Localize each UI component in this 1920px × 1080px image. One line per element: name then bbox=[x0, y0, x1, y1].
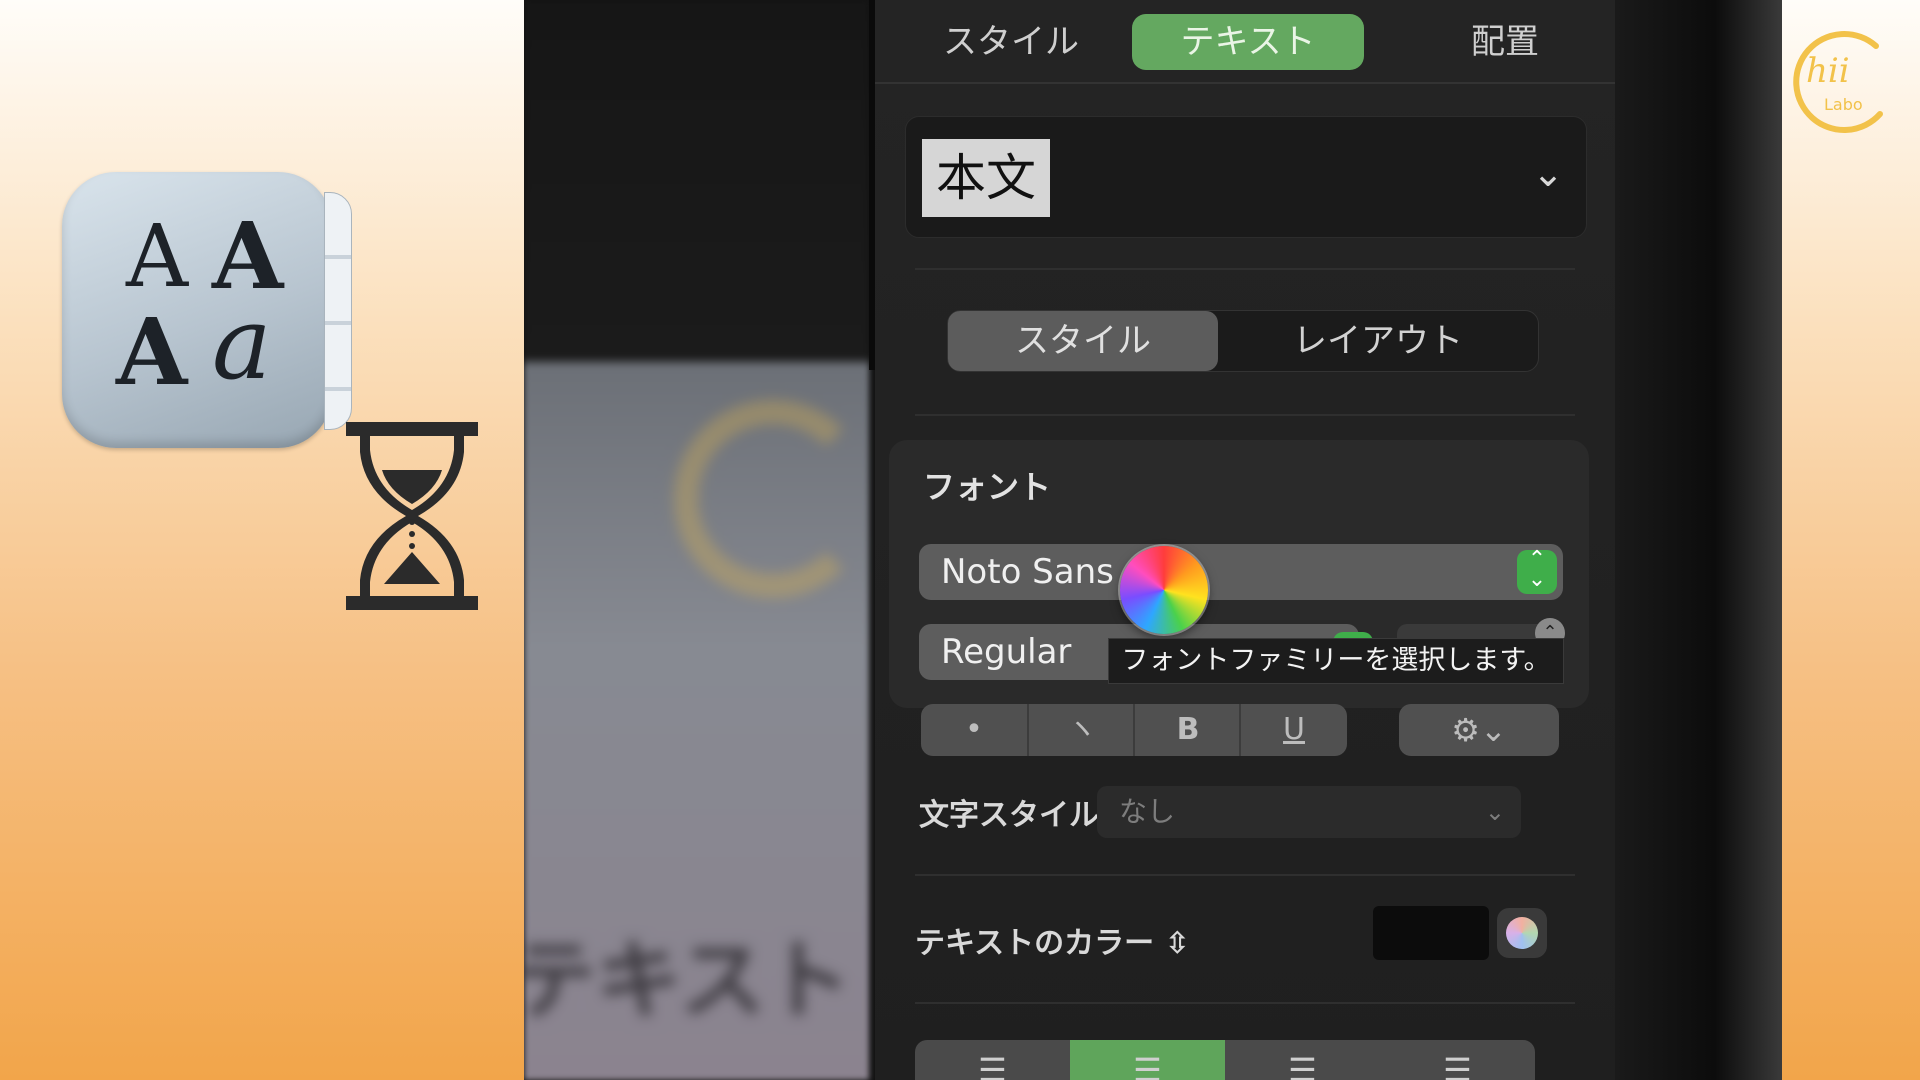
separator bbox=[915, 1002, 1575, 1004]
font-family-stepper-icon: ⌃ ⌄ bbox=[1517, 549, 1557, 594]
document-canvas: テキスト bbox=[524, 0, 872, 1080]
paragraph-style-name: 本文 bbox=[922, 139, 1050, 217]
segment-style[interactable]: スタイル bbox=[948, 311, 1218, 371]
font-section-title: フォント bbox=[923, 468, 1052, 506]
character-style-value: なし bbox=[1119, 795, 1176, 828]
typeface-value: Regular bbox=[941, 632, 1072, 672]
document-text: テキスト bbox=[524, 931, 852, 1031]
paragraph-style-popup[interactable]: 本文 ⌄ bbox=[905, 116, 1587, 238]
align-right-button[interactable]: ☰ bbox=[1225, 1040, 1380, 1080]
chevron-down-icon: ⌄ bbox=[1484, 798, 1505, 826]
separator bbox=[915, 268, 1575, 270]
text-format-buttons: • ヽ B U bbox=[921, 704, 1347, 756]
tab-separator bbox=[875, 82, 1615, 84]
tab-text[interactable]: テキスト bbox=[1132, 14, 1364, 70]
format-inspector: スタイル テキスト 配置 本文 ⌄ スタイル レイアウト フォント Noto S… bbox=[875, 0, 1615, 1080]
separator bbox=[915, 874, 1575, 876]
font-book-app-icon: A A A a bbox=[62, 172, 352, 448]
tab-arrange[interactable]: 配置 bbox=[1435, 14, 1575, 70]
separator bbox=[915, 414, 1575, 416]
monitor-bezel bbox=[1615, 0, 1782, 1080]
font-family-value: Noto Sans bbox=[941, 552, 1114, 592]
character-style-label: 文字スタイル bbox=[919, 798, 1099, 833]
font-family-popup[interactable]: Noto Sans ⌃ ⌄ bbox=[919, 544, 1563, 600]
alignment-buttons: ☰ ☰ ☰ ☰ bbox=[915, 1040, 1535, 1080]
glyph-a-bold: A bbox=[116, 298, 188, 406]
spinning-wait-cursor-icon bbox=[1120, 546, 1208, 634]
glyph-a-regular: A bbox=[126, 207, 189, 307]
advanced-options-button[interactable]: ⚙⌄ bbox=[1399, 704, 1559, 756]
updown-stepper-icon: ⇳ bbox=[1164, 926, 1190, 961]
chevron-down-icon: ⌄ bbox=[1479, 711, 1507, 749]
chevron-down-icon: ⌄ bbox=[1532, 151, 1564, 195]
italic-button[interactable]: ヽ bbox=[1027, 704, 1135, 756]
font-family-tooltip: フォントファミリーを選択します。 bbox=[1108, 638, 1564, 684]
align-center-button[interactable]: ☰ bbox=[1070, 1040, 1225, 1080]
style-layout-segmented-control: スタイル レイアウト bbox=[947, 310, 1539, 372]
segment-layout[interactable]: レイアウト bbox=[1218, 311, 1538, 371]
logo-text-labo: Labo bbox=[1824, 95, 1863, 114]
tab-style[interactable]: スタイル bbox=[931, 14, 1091, 70]
list-bullet-button[interactable]: • bbox=[921, 704, 1027, 756]
glyph-a-italic: a bbox=[212, 285, 272, 402]
color-well-icon[interactable] bbox=[1497, 908, 1547, 958]
blurred-logo bbox=[674, 400, 872, 598]
pages-edge bbox=[324, 192, 352, 430]
screen-photo: テキスト スタイル テキスト 配置 本文 ⌄ スタイル レイアウト フォント N… bbox=[524, 0, 1782, 1080]
bold-button[interactable]: B bbox=[1133, 704, 1241, 756]
character-style-popup[interactable]: なし ⌄ bbox=[1097, 786, 1521, 838]
align-left-button[interactable]: ☰ bbox=[915, 1040, 1070, 1080]
chii-labo-logo: hii Labo bbox=[1793, 30, 1883, 133]
text-color-label[interactable]: テキストのカラー ⇳ bbox=[915, 918, 1190, 962]
hourglass-icon bbox=[346, 422, 478, 610]
text-color-swatch[interactable] bbox=[1373, 906, 1489, 960]
gear-icon: ⚙ bbox=[1451, 711, 1480, 749]
text-color-label-text: テキストのカラー bbox=[915, 926, 1155, 961]
justify-button[interactable]: ☰ bbox=[1380, 1040, 1535, 1080]
logo-text-hii: hii bbox=[1806, 51, 1850, 91]
underline-button[interactable]: U bbox=[1239, 704, 1347, 756]
